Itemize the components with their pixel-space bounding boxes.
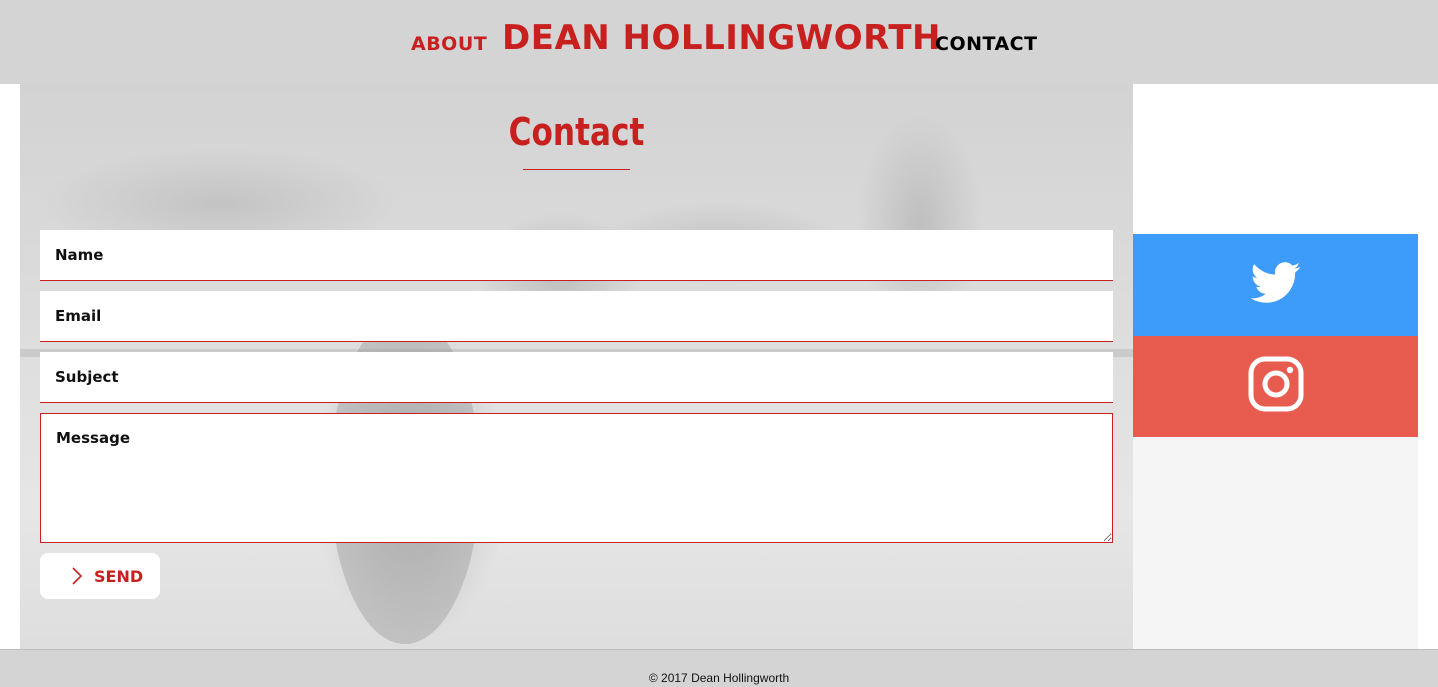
instagram-link[interactable] <box>1133 336 1418 437</box>
email-field[interactable] <box>40 291 1113 342</box>
sidebar-empty-area <box>1133 437 1418 649</box>
name-field[interactable] <box>40 230 1113 281</box>
contact-heading: Contact <box>508 110 645 154</box>
subject-field[interactable] <box>40 352 1113 403</box>
send-button[interactable]: SEND <box>40 553 160 599</box>
site-header: ABOUT DEAN HOLLINGWORTH CONTACT <box>0 0 1438 84</box>
twitter-icon <box>1250 261 1302 309</box>
contact-section: Contact SEND <box>20 84 1133 649</box>
footer-copyright: © 2017 Dean Hollingworth <box>648 671 790 685</box>
social-sidebar <box>1133 84 1418 649</box>
nav-link-contact[interactable]: CONTACT <box>935 33 1038 55</box>
site-footer: © 2017 Dean Hollingworth <box>0 649 1438 687</box>
twitter-link[interactable] <box>1133 234 1418 336</box>
nav-link-about[interactable]: ABOUT <box>411 33 487 55</box>
chevron-right-icon <box>70 567 84 585</box>
site-brand-title[interactable]: DEAN HOLLINGWORTH <box>502 18 941 58</box>
heading-underline <box>523 169 630 170</box>
send-button-label: SEND <box>94 566 144 586</box>
message-field[interactable] <box>40 413 1113 543</box>
instagram-icon <box>1248 356 1304 417</box>
